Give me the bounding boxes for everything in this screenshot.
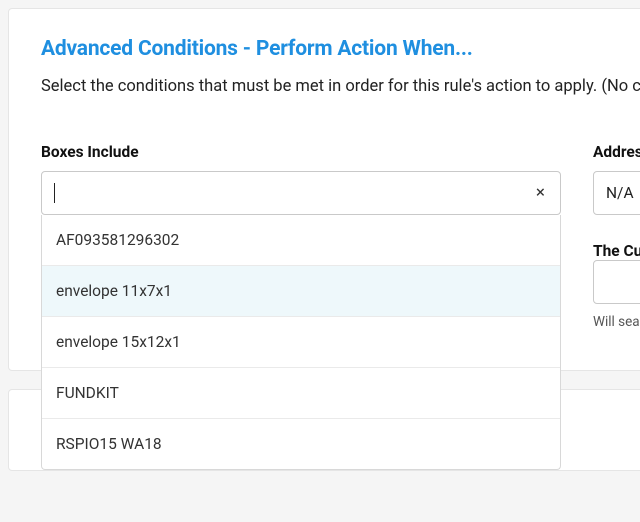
customer-input[interactable]: [593, 260, 640, 304]
address-type-value: N/A: [606, 184, 634, 202]
dropdown-item[interactable]: RSPIO15 WA18: [42, 419, 560, 469]
dropdown-item[interactable]: envelope 11x7x1: [42, 266, 560, 317]
clear-icon[interactable]: ×: [530, 178, 551, 207]
customer-hint: Will search for customer: [593, 314, 640, 330]
section-title: Advanced Conditions - Perform Action Whe…: [41, 37, 640, 61]
boxes-include-combo: × AF093581296302 envelope 11x7x1 envelop…: [41, 171, 561, 215]
fields-row: Boxes Include × AF093581296302 envelope …: [41, 143, 640, 330]
dropdown-item[interactable]: envelope 15x12x1: [42, 317, 560, 368]
section-description: Select the conditions that must be met i…: [41, 75, 640, 99]
boxes-include-field: Boxes Include × AF093581296302 envelope …: [41, 143, 561, 215]
customer-label: The Customer: [593, 242, 640, 260]
address-type-label: Address Type: [593, 143, 640, 161]
boxes-include-input[interactable]: [41, 171, 561, 215]
dropdown-item[interactable]: FUNDKIT: [42, 368, 560, 419]
right-column: Address Type N/A The Customer Will searc…: [593, 143, 640, 330]
advanced-conditions-card: Advanced Conditions - Perform Action Whe…: [8, 8, 640, 371]
address-type-select[interactable]: N/A: [593, 171, 640, 215]
customer-field: The Customer Will search for customer: [593, 241, 640, 330]
dropdown-item[interactable]: AF093581296302: [42, 215, 560, 266]
boxes-include-label: Boxes Include: [41, 143, 561, 161]
boxes-include-dropdown: AF093581296302 envelope 11x7x1 envelope …: [41, 215, 561, 470]
text-cursor: [54, 183, 55, 203]
